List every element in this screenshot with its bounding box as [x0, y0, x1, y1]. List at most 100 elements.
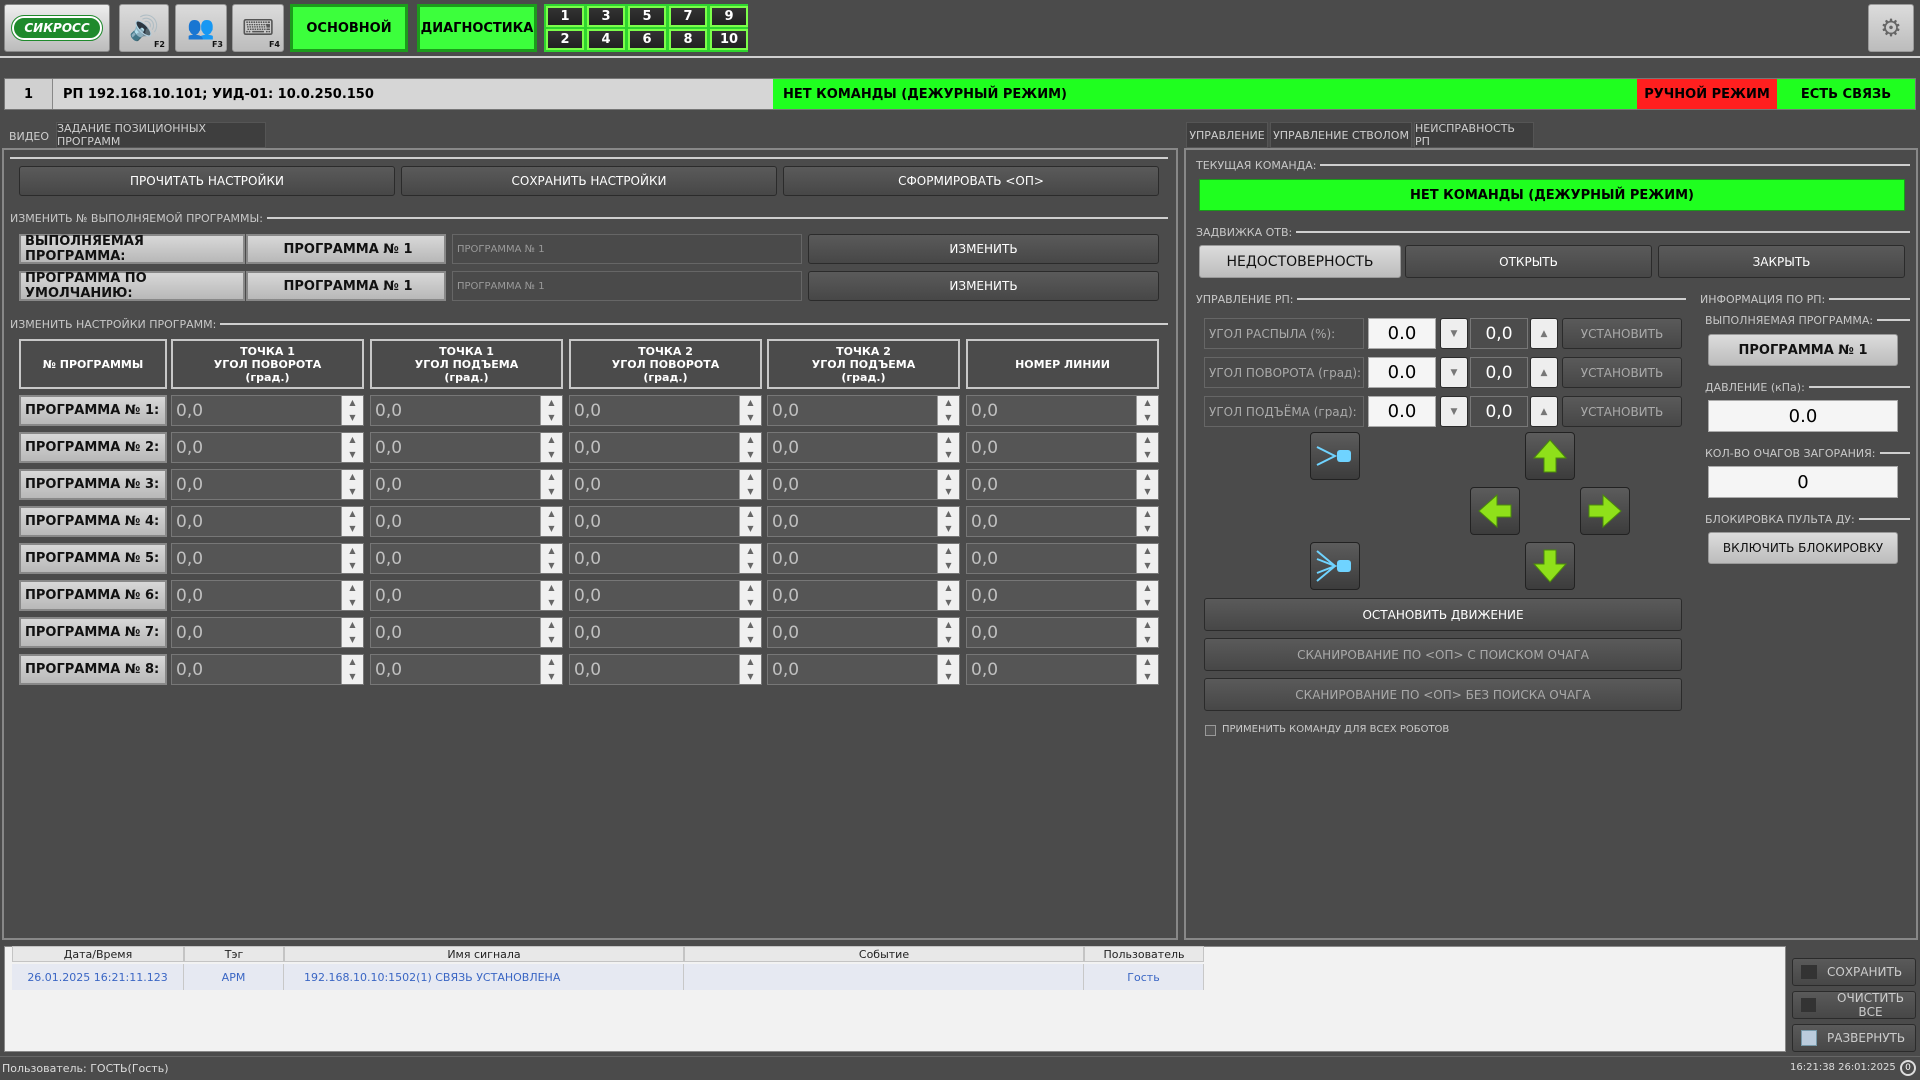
spin-arrows-icon[interactable]: ▲ ▼ — [1136, 581, 1158, 610]
channel-10-button[interactable]: 10 — [710, 29, 748, 50]
spin-arrows-icon[interactable]: ▲ ▼ — [540, 618, 562, 647]
channel-9-button[interactable]: 9 — [710, 6, 748, 27]
spin-arrows-icon[interactable]: ▲ ▼ — [540, 655, 562, 684]
spin-arrows-icon[interactable]: ▲ ▼ — [739, 618, 761, 647]
spin-arrows-icon[interactable]: ▲ ▼ — [937, 618, 959, 647]
logo[interactable]: СИКРОСС — [4, 4, 110, 52]
control-setpoint[interactable]: 0,0 — [1470, 357, 1528, 388]
set-button[interactable]: УСТАНОВИТЬ — [1562, 396, 1682, 427]
diagnostics-button[interactable]: ДИАГНОСТИКА — [417, 4, 537, 52]
program-value-spinbox[interactable]: 0,0 ▲ ▼ — [966, 469, 1159, 500]
program-value-spinbox[interactable]: 0,0 ▲ ▼ — [569, 543, 762, 574]
users-button[interactable]: 👥 F3 — [175, 4, 227, 52]
move-up-button[interactable] — [1525, 432, 1575, 480]
spin-arrows-icon[interactable]: ▲ ▼ — [1136, 470, 1158, 499]
decrement-button[interactable]: ▼ — [1440, 318, 1468, 349]
spin-arrows-icon[interactable]: ▲ ▼ — [1136, 507, 1158, 536]
program-value-spinbox[interactable]: 0,0 ▲ ▼ — [569, 617, 762, 648]
spin-arrows-icon[interactable]: ▲ ▼ — [341, 655, 363, 684]
program-value-spinbox[interactable]: 0,0 ▲ ▼ — [171, 432, 364, 463]
program-value-spinbox[interactable]: 0,0 ▲ ▼ — [767, 580, 960, 611]
spin-arrows-icon[interactable]: ▲ ▼ — [739, 544, 761, 573]
program-value-spinbox[interactable]: 0,0 ▲ ▼ — [569, 469, 762, 500]
log-column-header[interactable]: Дата/Время — [12, 946, 184, 962]
move-right-button[interactable] — [1580, 487, 1630, 535]
program-value-spinbox[interactable]: 0,0 ▲ ▼ — [767, 432, 960, 463]
default-program-select[interactable]: ПРОГРАММА № 1 — [452, 271, 802, 301]
log-column-header[interactable]: Имя сигнала — [284, 946, 684, 962]
program-value-spinbox[interactable]: 0,0 ▲ ▼ — [966, 654, 1159, 685]
spin-arrows-icon[interactable]: ▲ ▼ — [739, 470, 761, 499]
program-value-spinbox[interactable]: 0,0 ▲ ▼ — [767, 654, 960, 685]
set-button[interactable]: УСТАНОВИТЬ — [1562, 318, 1682, 349]
program-value-spinbox[interactable]: 0,0 ▲ ▼ — [767, 506, 960, 537]
program-value-spinbox[interactable]: 0,0 ▲ ▼ — [370, 506, 563, 537]
program-value-spinbox[interactable]: 0,0 ▲ ▼ — [171, 617, 364, 648]
program-value-spinbox[interactable]: 0,0 ▲ ▼ — [966, 395, 1159, 426]
increment-button[interactable]: ▲ — [1530, 357, 1558, 388]
spin-arrows-icon[interactable]: ▲ ▼ — [341, 396, 363, 425]
spin-arrows-icon[interactable]: ▲ ▼ — [341, 470, 363, 499]
log-column-header[interactable]: Событие — [684, 946, 1084, 962]
spin-arrows-icon[interactable]: ▲ ▼ — [739, 396, 761, 425]
read-settings-button[interactable]: ПРОЧИТАТЬ НАСТРОЙКИ — [19, 166, 395, 196]
program-value-spinbox[interactable]: 0,0 ▲ ▼ — [370, 580, 563, 611]
spin-arrows-icon[interactable]: ▲ ▼ — [540, 544, 562, 573]
log-column-header[interactable]: Пользователь — [1084, 946, 1204, 962]
program-value-spinbox[interactable]: 0,0 ▲ ▼ — [569, 395, 762, 426]
spin-arrows-icon[interactable]: ▲ ▼ — [540, 507, 562, 536]
enable-lock-button[interactable]: ВКЛЮЧИТЬ БЛОКИРОВКУ — [1708, 532, 1898, 564]
exec-program-select[interactable]: ПРОГРАММА № 1 — [452, 234, 802, 264]
program-value-spinbox[interactable]: 0,0 ▲ ▼ — [171, 543, 364, 574]
apply-all-checkbox[interactable] — [1205, 725, 1216, 736]
stop-movement-button[interactable]: ОСТАНОВИТЬ ДВИЖЕНИЕ — [1204, 598, 1682, 631]
program-value-spinbox[interactable]: 0,0 ▲ ▼ — [569, 654, 762, 685]
program-value-spinbox[interactable]: 0,0 ▲ ▼ — [171, 654, 364, 685]
set-button[interactable]: УСТАНОВИТЬ — [1562, 357, 1682, 388]
program-value-spinbox[interactable]: 0,0 ▲ ▼ — [966, 617, 1159, 648]
spin-arrows-icon[interactable]: ▲ ▼ — [341, 581, 363, 610]
spin-arrows-icon[interactable]: ▲ ▼ — [341, 544, 363, 573]
decrement-button[interactable]: ▼ — [1440, 357, 1468, 388]
scan-with-search-button[interactable]: СКАНИРОВАНИЕ ПО <ОП> С ПОИСКОМ ОЧАГА — [1204, 638, 1682, 671]
spin-arrows-icon[interactable]: ▲ ▼ — [540, 581, 562, 610]
tab-rp-fault[interactable]: НЕИСПРАВНОСТЬ РП — [1414, 122, 1534, 148]
spin-arrows-icon[interactable]: ▲ ▼ — [540, 433, 562, 462]
spin-arrows-icon[interactable]: ▲ ▼ — [937, 655, 959, 684]
spin-arrows-icon[interactable]: ▲ ▼ — [739, 433, 761, 462]
channel-7-button[interactable]: 7 — [669, 6, 707, 27]
spin-arrows-icon[interactable]: ▲ ▼ — [1136, 618, 1158, 647]
program-value-spinbox[interactable]: 0,0 ▲ ▼ — [569, 580, 762, 611]
log-save-button[interactable]: СОХРАНИТЬ — [1792, 958, 1916, 986]
program-value-spinbox[interactable]: 0,0 ▲ ▼ — [966, 580, 1159, 611]
channel-2-button[interactable]: 2 — [546, 29, 584, 50]
spin-arrows-icon[interactable]: ▲ ▼ — [540, 396, 562, 425]
spin-arrows-icon[interactable]: ▲ ▼ — [937, 507, 959, 536]
channel-5-button[interactable]: 5 — [628, 6, 666, 27]
close-button[interactable]: ЗАКРЫТЬ — [1658, 245, 1905, 278]
program-value-spinbox[interactable]: 0,0 ▲ ▼ — [171, 395, 364, 426]
program-value-spinbox[interactable]: 0,0 ▲ ▼ — [966, 432, 1159, 463]
spin-arrows-icon[interactable]: ▲ ▼ — [1136, 655, 1158, 684]
spin-arrows-icon[interactable]: ▲ ▼ — [540, 470, 562, 499]
channel-8-button[interactable]: 8 — [669, 29, 707, 50]
spin-arrows-icon[interactable]: ▲ ▼ — [1136, 544, 1158, 573]
program-value-spinbox[interactable]: 0,0 ▲ ▼ — [370, 617, 563, 648]
keyboard-button[interactable]: ⌨ F4 — [232, 4, 284, 52]
tab-control[interactable]: УПРАВЛЕНИЕ — [1186, 122, 1268, 148]
program-value-spinbox[interactable]: 0,0 ▲ ▼ — [171, 580, 364, 611]
program-value-spinbox[interactable]: 0,0 ▲ ▼ — [767, 543, 960, 574]
change-default-button[interactable]: ИЗМЕНИТЬ — [808, 271, 1159, 301]
spray-wide-button[interactable] — [1310, 542, 1360, 590]
open-button[interactable]: ОТКРЫТЬ — [1405, 245, 1652, 278]
spin-arrows-icon[interactable]: ▲ ▼ — [1136, 396, 1158, 425]
decrement-button[interactable]: ▼ — [1440, 396, 1468, 427]
program-value-spinbox[interactable]: 0,0 ▲ ▼ — [966, 506, 1159, 537]
spin-arrows-icon[interactable]: ▲ ▼ — [341, 507, 363, 536]
channel-1-button[interactable]: 1 — [546, 6, 584, 27]
settings-button[interactable]: ⚙ — [1868, 4, 1914, 52]
spin-arrows-icon[interactable]: ▲ ▼ — [739, 581, 761, 610]
program-value-spinbox[interactable]: 0,0 ▲ ▼ — [767, 469, 960, 500]
log-expand-button[interactable]: РАЗВЕРНУТЬ — [1792, 1024, 1916, 1052]
form-op-button[interactable]: СФОРМИРОВАТЬ <ОП> — [783, 166, 1159, 196]
